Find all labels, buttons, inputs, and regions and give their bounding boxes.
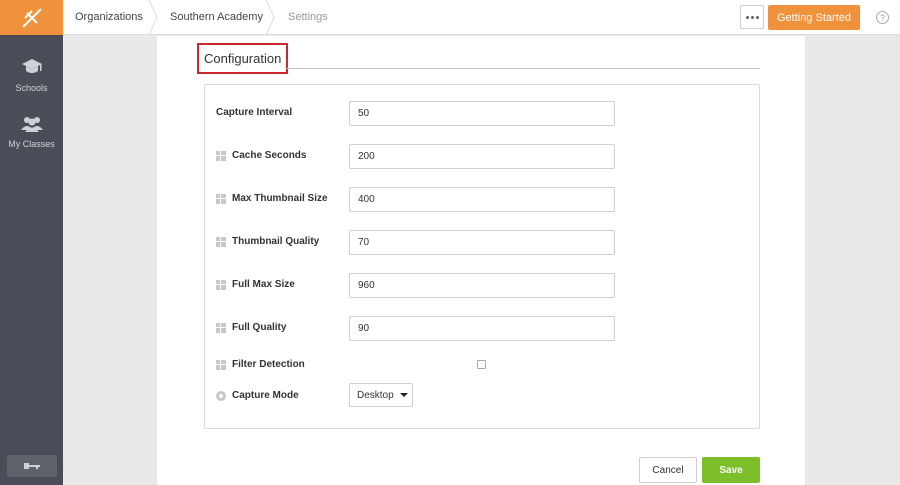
breadcrumb-southern-academy[interactable]: Southern Academy (170, 0, 263, 35)
field-label-capture-mode: Capture Mode (216, 390, 299, 401)
users-icon (20, 117, 43, 132)
breadcrumb-separator-icon (265, 0, 275, 35)
graduation-cap-icon (21, 59, 42, 73)
full-max-size-field[interactable] (349, 273, 615, 298)
field-label-capture-interval: Capture Interval (216, 107, 293, 118)
thumbnail-quality-field[interactable] (349, 230, 615, 255)
section-divider (285, 68, 760, 69)
compass-logo-icon (21, 7, 42, 28)
field-label-full-quality: Full Quality (216, 322, 286, 333)
field-label-cache-seconds: Cache Seconds (216, 150, 306, 161)
sidebar: Schools My Classes (0, 0, 63, 485)
full-quality-field[interactable] (349, 316, 615, 341)
field-label-max-thumbnail-size: Max Thumbnail Size (216, 193, 328, 204)
section-title: Configuration (197, 43, 289, 74)
capture-interval-field[interactable] (349, 101, 615, 126)
windows-icon (216, 150, 226, 161)
cancel-button[interactable]: Cancel (639, 457, 697, 483)
windows-icon (216, 193, 226, 204)
windows-icon (216, 236, 226, 247)
key-icon (24, 463, 40, 469)
windows-icon (216, 279, 226, 290)
sidebar-item-schools[interactable]: Schools (0, 57, 63, 93)
capture-mode-value: Desktop (357, 389, 394, 401)
chrome-icon (216, 390, 226, 401)
help-icon[interactable]: ? (876, 11, 889, 24)
sidebar-item-label: Schools (15, 83, 48, 93)
capture-mode-select[interactable]: Desktop (349, 383, 413, 407)
sidebar-item-label: My Classes (8, 139, 55, 149)
field-label-thumbnail-quality: Thumbnail Quality (216, 236, 319, 247)
field-label-filter-detection: Filter Detection (216, 359, 305, 370)
windows-icon (216, 322, 226, 333)
more-options-button[interactable] (740, 5, 764, 29)
max-thumbnail-size-field[interactable] (349, 187, 615, 212)
logo[interactable] (0, 0, 63, 35)
topbar: Organizations Southern Academy Settings … (63, 0, 900, 35)
save-button[interactable]: Save (702, 457, 760, 483)
windows-icon (216, 359, 226, 370)
key-button[interactable] (7, 455, 57, 477)
ellipsis-icon (745, 15, 749, 19)
cache-seconds-field[interactable] (349, 144, 615, 169)
filter-detection-checkbox[interactable] (477, 360, 486, 369)
chevron-down-icon (399, 393, 408, 397)
sidebar-item-my-classes[interactable]: My Classes (0, 115, 63, 149)
getting-started-button[interactable]: Getting Started (768, 5, 860, 30)
breadcrumb-settings: Settings (288, 11, 328, 23)
main-content: Configuration Capture Interval Cache Sec… (157, 36, 805, 485)
breadcrumb-organizations[interactable]: Organizations (75, 0, 143, 35)
breadcrumb-separator-icon (148, 0, 158, 35)
field-label-full-max-size: Full Max Size (216, 279, 295, 290)
configuration-panel: Capture Interval Cache Seconds Max Thumb… (204, 84, 760, 429)
